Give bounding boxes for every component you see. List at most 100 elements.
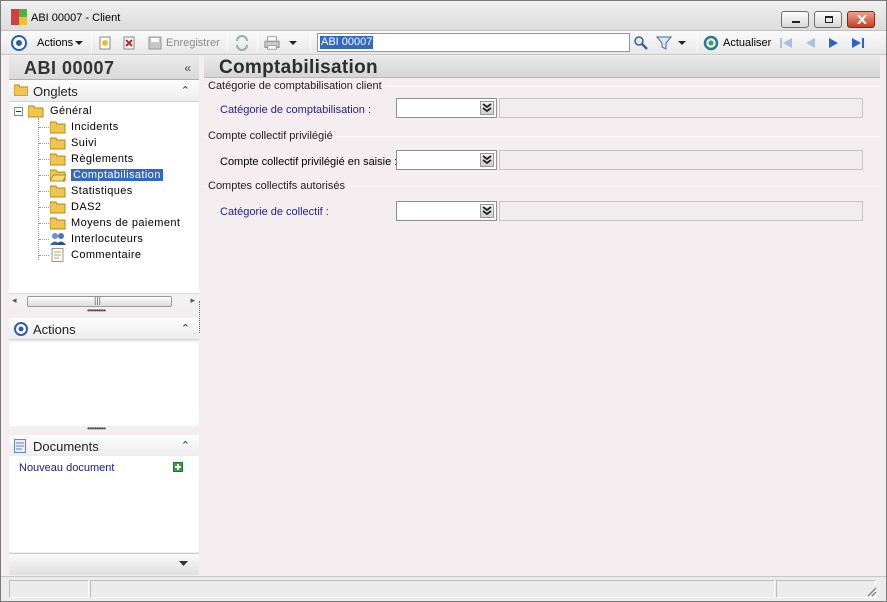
folder-icon [50,121,66,134]
combo-dropdown-button[interactable] [480,153,494,167]
previous-record-icon [806,38,815,48]
field-label: Compte collectif privilégié en saisie : [220,156,398,168]
tree-connector [39,159,49,160]
delete-button[interactable] [121,33,137,53]
add-icon[interactable] [173,462,183,472]
sync-button[interactable] [234,33,250,53]
splitter-grip[interactable]: •••••••••• [87,424,106,433]
tree-item-comptabilisation[interactable]: Comptabilisation [71,168,163,183]
save-button[interactable]: Enregistrer [147,33,220,53]
status-bar [1,576,886,601]
actions-menu-icon[interactable] [11,33,27,53]
previous-record-button[interactable] [802,33,818,53]
tree-item-label: Interlocuteurs [71,233,144,245]
tabs-tree: Général Incidents Suivi Règlements Comptabi… [9,102,199,293]
note-icon [51,248,64,262]
actions-section-header[interactable]: Actions ⌃ [9,318,199,340]
toolbar-separator [697,34,698,52]
application-window: ABI 00007 - Client Actions Enregistrer A… [0,0,887,602]
actions-menu-label: Actions [37,37,74,49]
collapse-up-icon[interactable]: ⌃ [181,322,190,335]
print-icon [264,36,280,50]
collapse-up-icon[interactable]: ⌃ [181,84,190,97]
new-document-link[interactable]: Nouveau document [19,462,114,474]
tree-connector [39,127,49,128]
scroll-right-icon[interactable]: ▸ [190,295,195,306]
collapse-up-icon[interactable]: ⌃ [181,439,190,452]
tree-item-statistiques[interactable]: Statistiques [71,184,133,199]
combo-dropdown-button[interactable] [480,101,494,115]
folder-icon [50,153,66,166]
refresh-icon [703,35,719,51]
panel-splitter[interactable] [199,301,201,333]
splitter-grip[interactable]: •••••••••• [87,306,106,315]
group-title: Catégorie de comptabilisation client [208,80,385,92]
print-button[interactable] [264,33,297,53]
tree-item-label: Général [50,105,92,117]
preferred-account-description [499,150,863,170]
tree-item-r-glements[interactable]: Règlements [71,152,134,167]
new-record-button[interactable] [97,33,113,53]
filter-button[interactable] [656,33,686,53]
tree-item-das2[interactable]: DAS2 [71,200,101,215]
tree-connector [39,255,49,256]
toolbar: Actions Enregistrer ABI 00007 Actualiser [1,31,886,55]
window-title: ABI 00007 - Client [31,12,121,24]
documents-section-title: Documents [33,439,99,454]
save-icon [148,36,162,50]
chevron-down-icon [75,41,84,45]
status-cell [9,580,89,598]
refresh-button[interactable]: Actualiser [703,33,771,53]
double-chevron-down-icon [482,103,492,113]
record-title: ABI 00007 [24,58,115,78]
folder-icon [50,217,66,230]
left-panel-footer [9,553,199,575]
toolbar-separator [310,34,311,52]
minimize-button[interactable] [781,11,809,28]
close-button[interactable] [847,11,875,28]
refresh-label: Actualiser [723,37,772,49]
maximize-icon [824,15,834,24]
documents-section-header[interactable]: Documents ⌃ [9,435,199,457]
combo-dropdown-button[interactable] [480,204,494,218]
tree-item-incidents[interactable]: Incidents [71,120,119,135]
tree-item-commentaire[interactable]: Commentaire [71,248,141,263]
new-document-icon [99,36,111,50]
chevron-down-icon[interactable] [179,561,188,567]
tree-item-general[interactable]: Général [50,104,92,119]
last-record-button[interactable] [850,33,866,53]
preferred-account-combo[interactable] [396,150,497,170]
tree-item-suivi[interactable]: Suivi [71,136,97,151]
record-header: ABI 00007 « [9,56,199,80]
resize-grip-icon[interactable] [865,585,877,597]
collapse-panel-icon[interactable]: « [184,61,191,75]
tree-connector [39,143,49,144]
maximize-button[interactable] [814,11,842,28]
folder-icon [14,84,28,96]
folder-icon [50,137,66,150]
tabs-section-header[interactable]: Onglets ⌃ [9,80,199,102]
scroll-left-icon[interactable]: ◂ [12,295,17,306]
tree-item-moyens-de-paiement[interactable]: Moyens de paiement [71,216,180,231]
first-record-button[interactable] [778,33,794,53]
chevron-down-icon [289,41,297,45]
collective-category-combo[interactable] [396,201,497,221]
tree-item-label: DAS2 [71,201,102,213]
search-icon [634,36,648,50]
accounting-category-combo[interactable] [396,98,497,118]
tree-collapse-icon[interactable] [14,107,23,116]
tree-connector [39,175,49,176]
actions-menu-button[interactable]: Actions [37,33,84,53]
tree-item-label: Suivi [71,137,97,149]
tree-item-interlocuteurs[interactable]: Interlocuteurs [71,232,143,247]
group-title: Compte collectif privilégié [208,130,336,142]
first-record-icon [780,38,792,48]
minimize-icon [791,15,801,24]
delete-icon [123,36,135,50]
search-input[interactable]: ABI 00007 [317,33,630,52]
next-record-button[interactable] [826,33,842,53]
search-button[interactable] [633,33,649,53]
field-label: Catégorie de comptabilisation : [220,104,372,116]
actions-section-title: Actions [33,322,76,337]
field-label: Catégorie de collectif : [220,206,329,218]
